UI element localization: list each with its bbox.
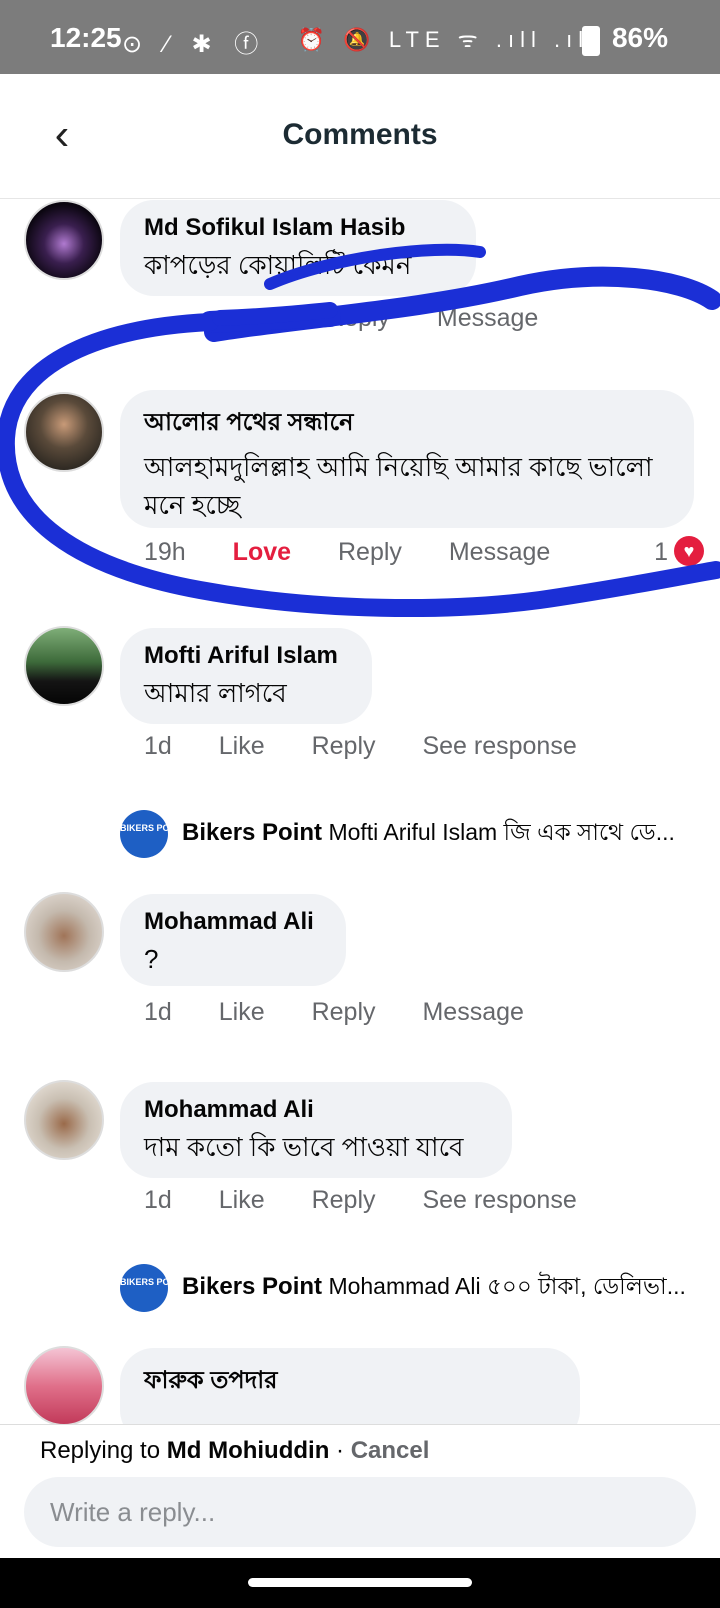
- like-button[interactable]: Like: [219, 1186, 265, 1214]
- commenter-name[interactable]: Mohammad Ali: [144, 908, 322, 936]
- reply-button[interactable]: Reply: [326, 304, 390, 332]
- comment-actions: 19h Love Reply Message 1 ♥: [144, 536, 704, 567]
- comment-time: 1d: [144, 1186, 172, 1214]
- comment-text: কাপড়ের কোয়ালিটি কেমন: [144, 250, 412, 280]
- comment-bubble[interactable]: আলোর পথের সন্ধানে আলহামদুলিল্লাহ আমি নিয…: [120, 390, 694, 528]
- reply-author[interactable]: Bikers Point: [182, 819, 322, 846]
- comment-text: দাম কতো কি ভাবে পাওয়া যাবে: [144, 1132, 464, 1162]
- commenter-name[interactable]: Md Sofikul Islam Hasib: [144, 214, 452, 242]
- reply-preview[interactable]: BIKERS POINTBikers Point Mofti Ariful Is…: [120, 810, 675, 858]
- status-time: 12:25: [50, 22, 122, 53]
- comment-text: ?: [144, 944, 159, 974]
- page-avatar[interactable]: BIKERS POINT: [120, 810, 184, 858]
- see-response-button[interactable]: See response: [422, 1186, 576, 1214]
- message-button[interactable]: Message: [422, 998, 523, 1026]
- separator: ·: [336, 1437, 345, 1464]
- comment-bubble[interactable]: Mofti Ariful Islam আমার লাগবে: [120, 628, 372, 724]
- reply-button[interactable]: Reply: [338, 538, 402, 566]
- like-button[interactable]: Like: [219, 998, 265, 1026]
- like-button[interactable]: Like: [219, 732, 265, 760]
- comments-list[interactable]: Md Sofikul Islam Hasib কাপড়ের কোয়ালিটি…: [0, 198, 720, 1424]
- notification-icons: ⊙ ∕ ✱ ⓕ: [122, 31, 267, 58]
- system-icons: ⏰ 🔕 LTE ᯤ .ıll .ıll: [297, 27, 600, 52]
- header: ‹ Comments: [0, 74, 720, 199]
- commenter-name[interactable]: Mofti Ariful Islam: [144, 642, 348, 670]
- reply-button[interactable]: Reply: [312, 1186, 376, 1214]
- status-bar: 12:25 ⊙ ∕ ✱ ⓕ ⏰ 🔕 LTE ᯤ .ıll .ıll 86%: [0, 0, 720, 74]
- comment-time: 1d: [144, 732, 172, 760]
- avatar[interactable]: [24, 626, 104, 706]
- comment-actions: 1d Like Reply See response: [144, 732, 617, 761]
- reply-snippet: Mohammad Ali ৫০০ টাকা, ডেলিভা...: [328, 1273, 686, 1300]
- love-button[interactable]: Love: [233, 538, 291, 566]
- avatar[interactable]: [24, 1346, 104, 1424]
- reply-button[interactable]: Reply: [312, 732, 376, 760]
- comment-actions: 1d Like Reply See response: [144, 1186, 617, 1215]
- comment-bubble[interactable]: Mohammad Ali ?: [120, 894, 346, 986]
- page-avatar[interactable]: BIKERS POINT: [120, 1264, 184, 1312]
- commenter-name[interactable]: ফারুক তপদার: [144, 1362, 556, 1402]
- reply-preview[interactable]: BIKERS POINTBikers Point Mohammad Ali ৫০…: [120, 1264, 686, 1312]
- avatar[interactable]: [24, 200, 104, 280]
- comment-time: 1d: [144, 998, 172, 1026]
- message-button[interactable]: Message: [437, 304, 538, 332]
- comment-text: আলহামদুলিল্লাহ আমি নিয়েছি আমার কাছে ভাল…: [144, 452, 653, 520]
- reaction-count[interactable]: 1: [654, 538, 668, 567]
- reply-author[interactable]: Bikers Point: [182, 1273, 322, 1300]
- replying-banner: Replying to Md Mohiuddin · Cancel: [40, 1437, 429, 1465]
- reply-composer: Replying to Md Mohiuddin · Cancel Write …: [0, 1424, 720, 1559]
- reply-input[interactable]: Write a reply...: [24, 1477, 696, 1547]
- commenter-name[interactable]: আলোর পথের সন্ধানে: [144, 404, 670, 444]
- avatar[interactable]: [24, 892, 104, 972]
- reply-button[interactable]: Reply: [312, 998, 376, 1026]
- page-title: Comments: [282, 118, 438, 151]
- reply-snippet: Mofti Ariful Islam জি এক সাথে ডে...: [328, 819, 675, 846]
- system-nav-bar: [0, 1558, 720, 1608]
- comment-bubble[interactable]: Mohammad Ali দাম কতো কি ভাবে পাওয়া যাবে: [120, 1082, 512, 1178]
- replying-label: Replying to: [40, 1437, 161, 1464]
- comment-bubble[interactable]: Md Sofikul Islam Hasib কাপড়ের কোয়ালিটি…: [120, 200, 476, 296]
- home-indicator[interactable]: [248, 1578, 472, 1587]
- comment-actions: Reply Message: [326, 304, 578, 333]
- battery-level: 86%: [611, 22, 668, 53]
- battery-icon: [582, 26, 600, 56]
- comment-time: 19h: [144, 538, 186, 566]
- comment-text: আমার লাগবে: [144, 678, 287, 708]
- message-button[interactable]: Message: [449, 538, 550, 566]
- commenter-name[interactable]: Mohammad Ali: [144, 1096, 488, 1124]
- see-response-button[interactable]: See response: [422, 732, 576, 760]
- comment-bubble[interactable]: ফারুক তপদার: [120, 1348, 580, 1424]
- avatar[interactable]: [24, 1080, 104, 1160]
- cancel-reply-button[interactable]: Cancel: [351, 1437, 430, 1464]
- heart-icon[interactable]: ♥: [674, 536, 704, 566]
- avatar[interactable]: [24, 392, 104, 472]
- replying-name: Md Mohiuddin: [166, 1437, 330, 1464]
- comment-actions: 1d Like Reply Message: [144, 998, 564, 1027]
